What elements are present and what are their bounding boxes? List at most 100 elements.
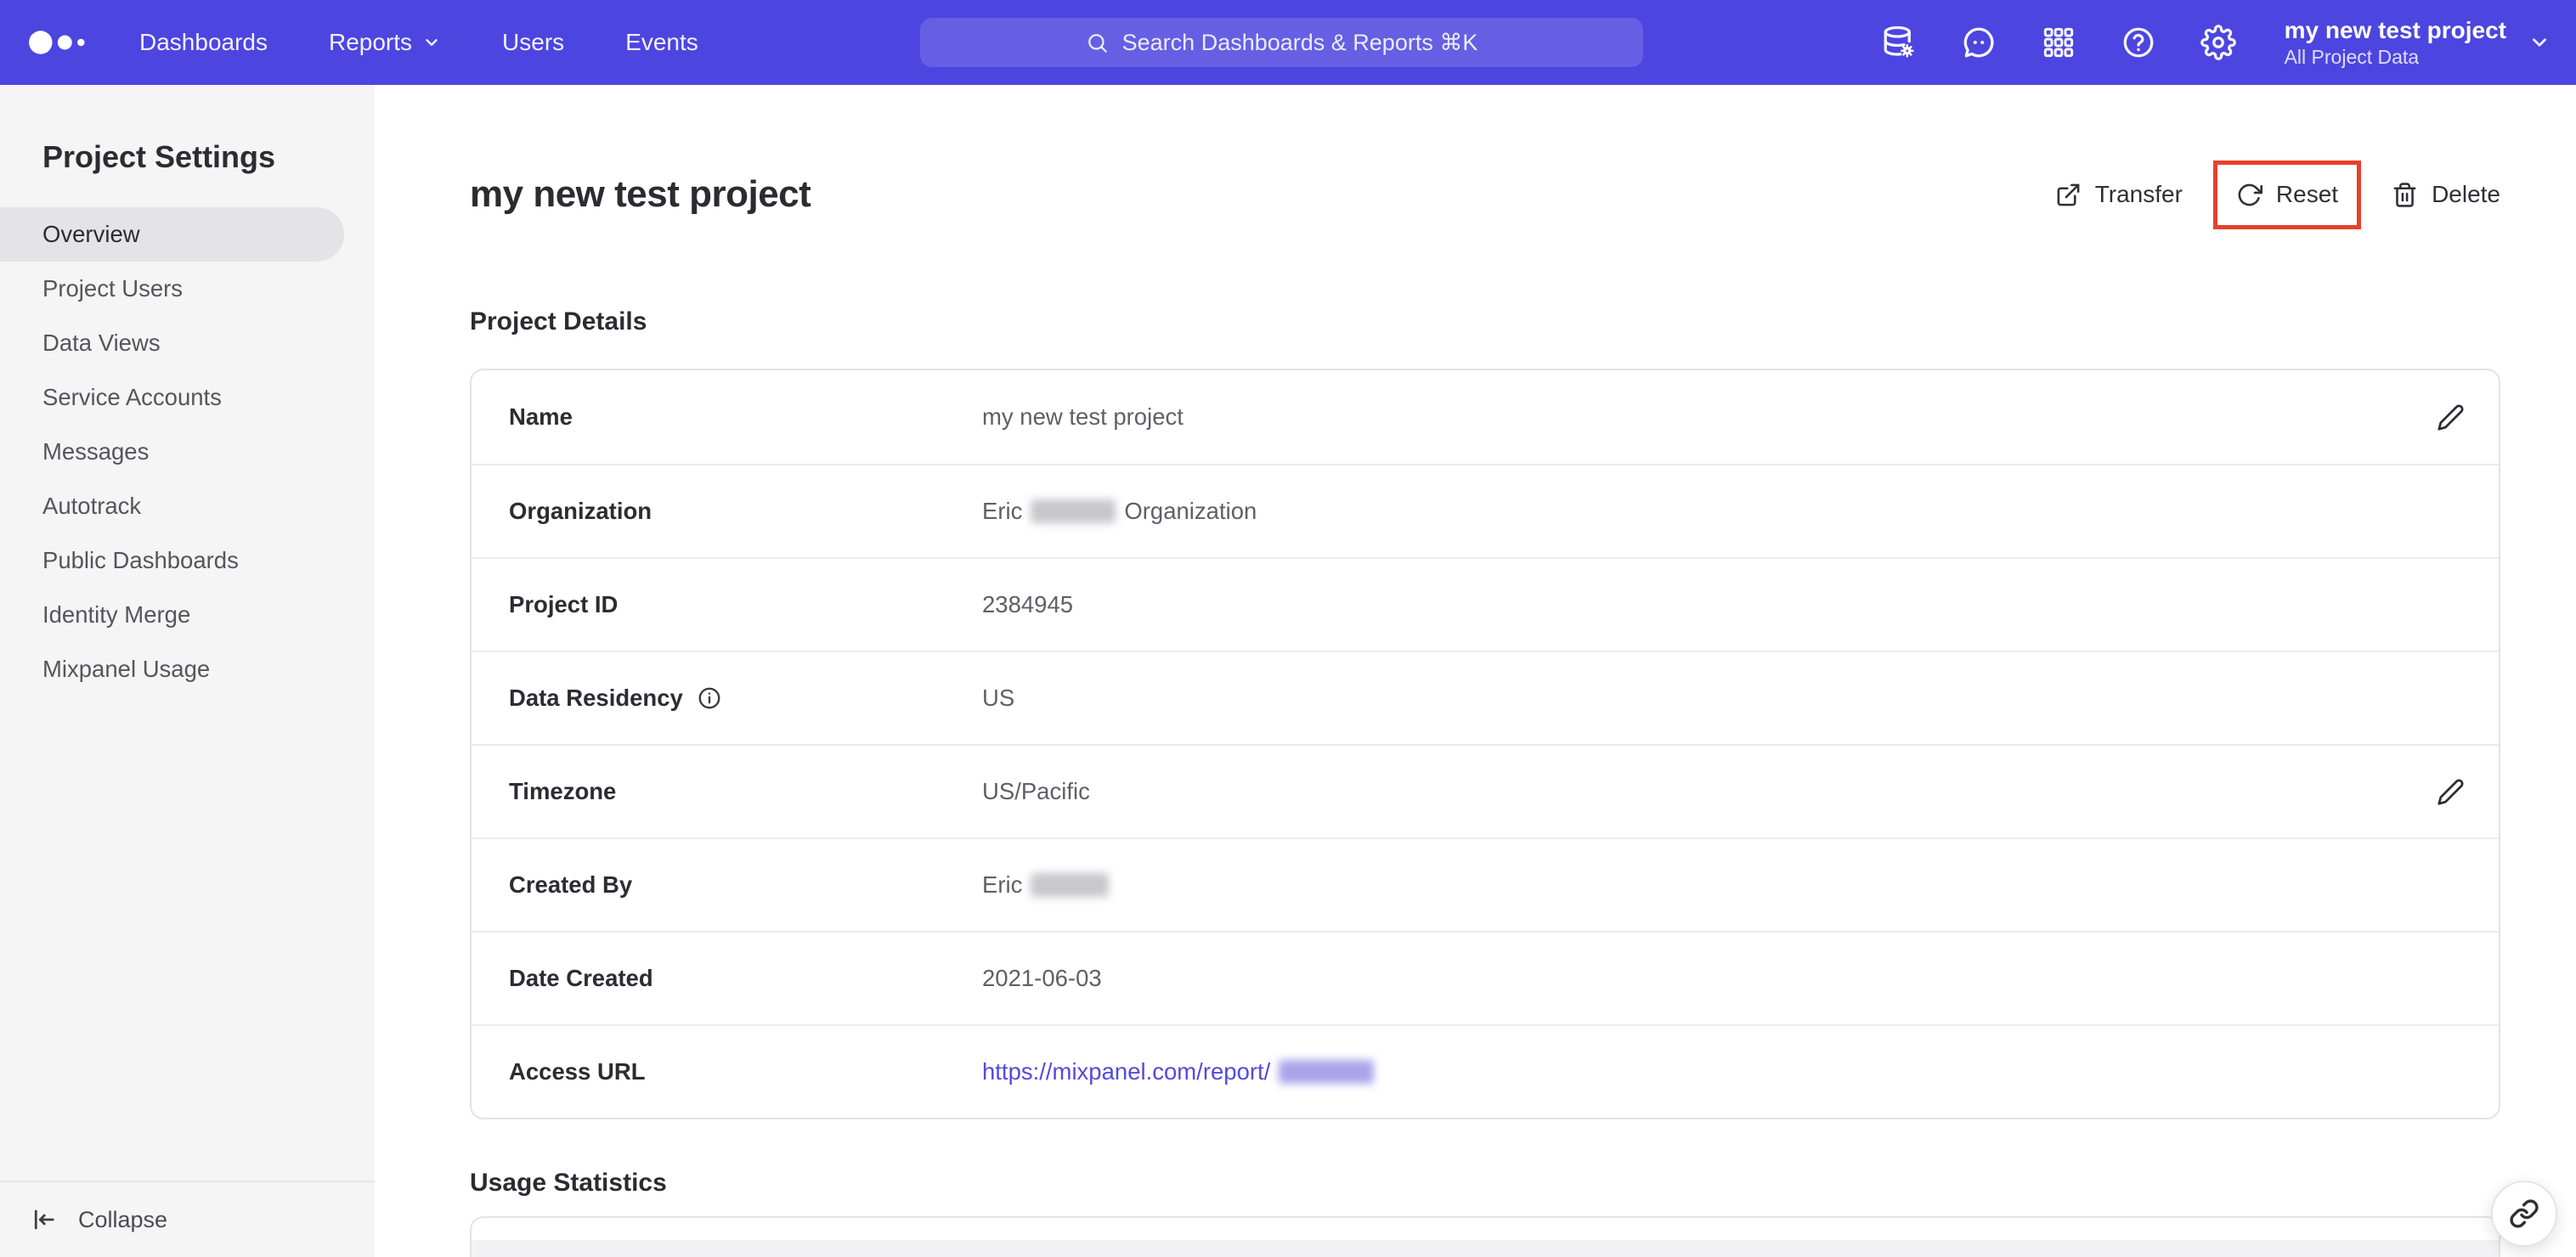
search-input[interactable]: Search Dashboards & Reports ⌘K bbox=[920, 18, 1643, 67]
pencil-icon bbox=[2438, 779, 2464, 805]
sidebar-item-identity-merge[interactable]: Identity Merge bbox=[0, 588, 375, 642]
sidebar-item-mixpanel-usage[interactable]: Mixpanel Usage bbox=[0, 642, 375, 696]
settings-gear-icon bbox=[2200, 25, 2236, 60]
sidebar-item-label: Service Accounts bbox=[42, 384, 222, 410]
apps-button[interactable] bbox=[2040, 24, 2077, 61]
edit-name-button[interactable] bbox=[2437, 403, 2465, 431]
reset-button[interactable]: Reset bbox=[2236, 181, 2338, 208]
detail-row-organization: Organization Eric Organization bbox=[472, 464, 2499, 557]
collapse-label: Collapse bbox=[78, 1206, 168, 1232]
sidebar-title: Project Settings bbox=[42, 139, 276, 174]
delete-label: Delete bbox=[2432, 181, 2500, 207]
sidebar-item-label: Public Dashboards bbox=[42, 547, 239, 573]
row-value: my new test project bbox=[982, 403, 1183, 430]
redacted-text bbox=[1279, 1060, 1375, 1084]
chevron-down-icon bbox=[2533, 38, 2546, 47]
database-gear-icon bbox=[1884, 25, 1914, 58]
nav-reports-label: Reports bbox=[328, 29, 413, 55]
detail-row-name: Name my new test project bbox=[472, 370, 2499, 464]
top-nav: Dashboards Reports Users Events Search D… bbox=[0, 0, 2576, 85]
row-label: Access URL bbox=[509, 1058, 646, 1085]
info-icon bbox=[698, 687, 720, 709]
sidebar-item-label: Project Users bbox=[42, 275, 184, 302]
row-label: Date Created bbox=[509, 965, 653, 991]
settings-nav: Overview Project Users Data Views Servic… bbox=[0, 207, 375, 696]
nav-reports[interactable]: Reports bbox=[329, 29, 441, 56]
detail-row-project-id: Project ID 2384945 bbox=[472, 557, 2499, 651]
edit-timezone-button[interactable] bbox=[2437, 778, 2465, 806]
search-placeholder: Search Dashboards & Reports ⌘K bbox=[1121, 29, 1478, 55]
annotation-highlight-box: Reset bbox=[2212, 160, 2362, 229]
pencil-icon bbox=[2438, 404, 2464, 431]
project-details-card: Name my new test project Organization Er… bbox=[470, 369, 2500, 1119]
access-url-link[interactable]: https://mixpanel.com/report/ bbox=[982, 1058, 1270, 1085]
row-value: 2021-06-03 bbox=[982, 965, 1102, 991]
trash-icon bbox=[2393, 182, 2416, 207]
sidebar-item-label: Overview bbox=[42, 221, 140, 247]
share-link-button[interactable] bbox=[2491, 1181, 2557, 1247]
row-value: Eric bbox=[982, 871, 1023, 898]
transfer-button[interactable]: Transfer bbox=[2055, 181, 2183, 208]
sidebar-item-messages[interactable]: Messages bbox=[0, 425, 375, 479]
usage-statistics-card bbox=[470, 1216, 2500, 1257]
help-circle-icon bbox=[2123, 27, 2154, 58]
redacted-text bbox=[1031, 499, 1116, 523]
detail-row-timezone: Timezone US/Pacific bbox=[472, 744, 2499, 837]
detail-row-access-url: Access URL https://mixpanel.com/report/ bbox=[472, 1024, 2499, 1118]
usage-card-header-band bbox=[472, 1240, 2499, 1257]
search-icon bbox=[1087, 33, 1107, 53]
data-residency-info-button[interactable] bbox=[697, 685, 722, 711]
project-actions: Transfer Reset Delete bbox=[2055, 160, 2500, 229]
sidebar-item-project-users[interactable]: Project Users bbox=[0, 262, 375, 316]
collapse-arrow-icon bbox=[34, 1209, 54, 1230]
sidebar-item-overview[interactable]: Overview bbox=[0, 207, 344, 262]
sidebar-item-label: Data Views bbox=[42, 330, 161, 356]
delete-button[interactable]: Delete bbox=[2392, 181, 2500, 208]
feedback-button[interactable] bbox=[1960, 24, 1997, 61]
nav-events[interactable]: Events bbox=[625, 29, 698, 56]
nav-events-label: Events bbox=[625, 29, 698, 55]
project-details-heading: Project Details bbox=[470, 307, 647, 335]
row-label: Data Residency bbox=[509, 685, 683, 711]
sidebar-item-data-views[interactable]: Data Views bbox=[0, 316, 375, 370]
row-value: US bbox=[982, 685, 1015, 711]
nav-users[interactable]: Users bbox=[502, 29, 564, 56]
row-label: Project ID bbox=[509, 591, 619, 617]
sidebar-item-label: Identity Merge bbox=[42, 601, 191, 628]
sidebar-item-service-accounts[interactable]: Service Accounts bbox=[0, 370, 375, 425]
mixpanel-logo-icon[interactable] bbox=[25, 26, 95, 59]
project-switcher[interactable]: my new test project All Project Data bbox=[2285, 16, 2551, 69]
row-label: Name bbox=[509, 403, 573, 430]
sidebar-item-autotrack[interactable]: Autotrack bbox=[0, 479, 375, 533]
sidebar-item-label: Autotrack bbox=[42, 493, 142, 519]
settings-sidebar: Project Settings Overview Project Users … bbox=[0, 85, 375, 1257]
link-icon bbox=[2510, 1199, 2539, 1228]
settings-button[interactable] bbox=[2200, 24, 2237, 61]
nav-users-label: Users bbox=[502, 29, 565, 55]
row-label: Organization bbox=[509, 498, 652, 524]
sidebar-item-label: Messages bbox=[42, 438, 150, 465]
chevron-down-icon bbox=[426, 39, 438, 46]
sidebar-item-label: Mixpanel Usage bbox=[42, 656, 211, 682]
row-value: Organization bbox=[1124, 498, 1257, 524]
redacted-text bbox=[1031, 873, 1110, 897]
reset-label: Reset bbox=[2275, 181, 2339, 207]
page-title: my new test project bbox=[470, 173, 811, 215]
detail-row-data-residency: Data Residency US bbox=[472, 651, 2499, 744]
apps-grid-icon bbox=[2043, 27, 2073, 58]
current-project-scope: All Project Data bbox=[2284, 46, 2420, 68]
sidebar-item-public-dashboards[interactable]: Public Dashboards bbox=[0, 533, 375, 588]
collapse-sidebar-button[interactable]: Collapse bbox=[0, 1181, 375, 1257]
nav-dashboards-label: Dashboards bbox=[139, 29, 268, 55]
detail-row-created-by: Created By Eric bbox=[472, 837, 2499, 931]
transfer-icon bbox=[2057, 183, 2080, 206]
chat-bubble-icon bbox=[1963, 27, 1994, 58]
row-label: Timezone bbox=[509, 778, 617, 804]
row-label: Created By bbox=[509, 871, 633, 898]
nav-dashboards[interactable]: Dashboards bbox=[139, 29, 268, 56]
primary-nav: Dashboards Reports Users Events bbox=[139, 29, 698, 56]
help-button[interactable] bbox=[2120, 24, 2157, 61]
data-management-button[interactable] bbox=[1880, 24, 1918, 61]
usage-statistics-heading: Usage Statistics bbox=[470, 1169, 667, 1197]
detail-row-date-created: Date Created 2021-06-03 bbox=[472, 931, 2499, 1024]
